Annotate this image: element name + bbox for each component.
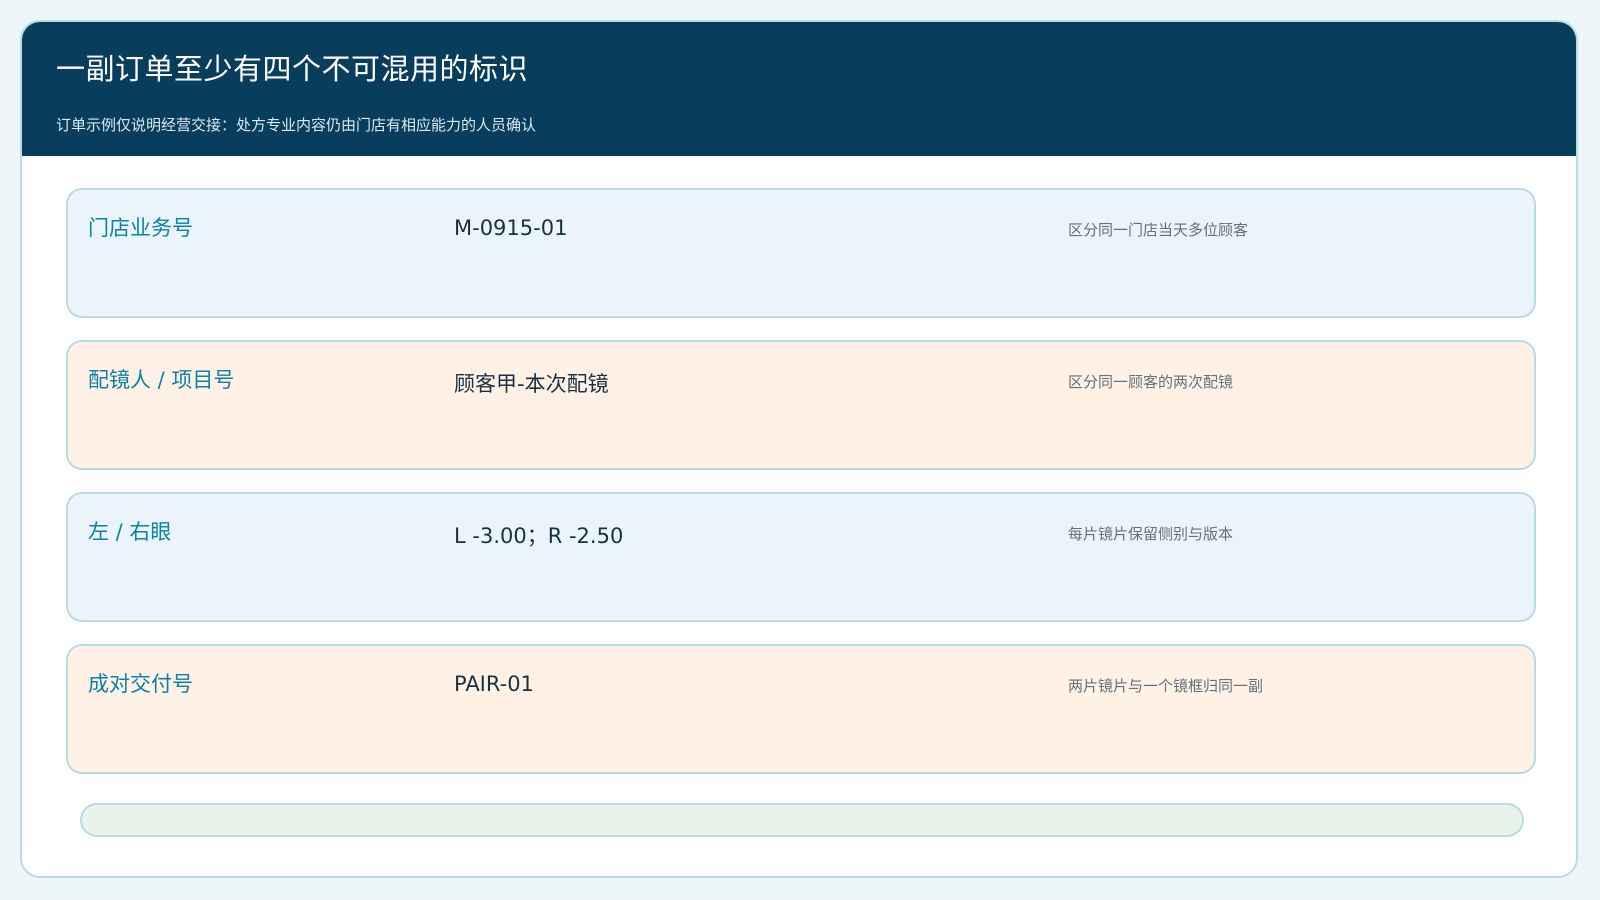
row-store-business-number: 门店业务号 M-0915-01 区分同一门店当天多位顾客: [66, 188, 1536, 318]
row-left-right-eye: 左 / 右眼 L -3.00；R -2.50 每片镜片保留侧别与版本: [66, 492, 1536, 622]
row-value: 顾客甲-本次配镜: [454, 372, 609, 396]
identifier-panel: 一副订单至少有四个不可混用的标识 订单示例仅说明经营交接：处方专业内容仍由门店有…: [20, 20, 1578, 878]
row-note: 区分同一门店当天多位顾客: [1068, 221, 1249, 239]
row-label: 门店业务号: [88, 216, 193, 240]
row-note: 两片镜片与一个镜框归同一副: [1068, 677, 1264, 695]
row-label: 左 / 右眼: [88, 520, 172, 544]
row-value: PAIR-01: [454, 672, 534, 696]
row-value: M-0915-01: [454, 216, 568, 240]
row-customer-project-number: 配镜人 / 项目号 顾客甲-本次配镜 区分同一顾客的两次配镜: [66, 340, 1536, 470]
page-subtitle: 订单示例仅说明经营交接：处方专业内容仍由门店有相应能力的人员确认: [56, 116, 537, 134]
row-label: 成对交付号: [88, 672, 193, 696]
footer-bar: [80, 803, 1524, 837]
row-value: L -3.00；R -2.50: [454, 524, 624, 548]
row-pair-delivery-number: 成对交付号 PAIR-01 两片镜片与一个镜框归同一副: [66, 644, 1536, 774]
row-label: 配镜人 / 项目号: [88, 368, 235, 392]
row-note: 每片镜片保留侧别与版本: [1068, 525, 1234, 543]
row-note: 区分同一顾客的两次配镜: [1068, 373, 1234, 391]
page-title: 一副订单至少有四个不可混用的标识: [56, 52, 529, 86]
panel-header: 一副订单至少有四个不可混用的标识 订单示例仅说明经营交接：处方专业内容仍由门店有…: [22, 22, 1576, 156]
